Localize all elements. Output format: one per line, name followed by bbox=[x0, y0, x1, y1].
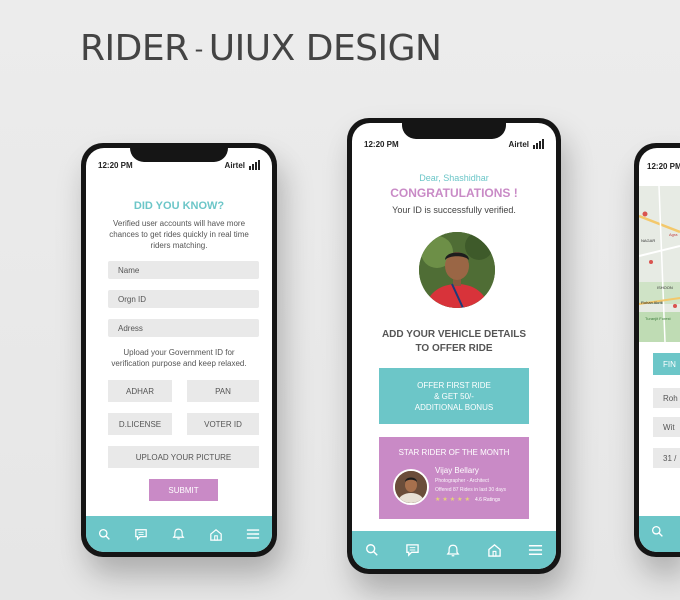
map-label-rohan: Rohan Akriti bbox=[641, 300, 663, 305]
status-time: 12:20 PM bbox=[647, 162, 680, 171]
map-label-agra: Agra bbox=[669, 232, 678, 237]
home-icon[interactable] bbox=[209, 528, 223, 541]
chat-icon[interactable] bbox=[405, 543, 420, 557]
location-row-2[interactable]: Wit bbox=[653, 417, 680, 437]
search-icon[interactable] bbox=[651, 525, 664, 543]
star-rider-rating: 4.6 Ratings bbox=[474, 496, 501, 503]
bottom-nav bbox=[639, 516, 680, 552]
location-row-1[interactable]: Roh bbox=[653, 388, 680, 408]
star-icon: ★ bbox=[464, 497, 470, 503]
bell-icon[interactable] bbox=[446, 543, 460, 558]
signal-icon bbox=[249, 160, 260, 170]
verified-text: Your ID is successfully verified. bbox=[392, 205, 516, 215]
phone-congratulations: 12:20 PM Airtel Dear, Shashidhar CONGRAT… bbox=[347, 118, 561, 574]
upload-picture-button[interactable]: UPLOAD YOUR PICTURE bbox=[108, 446, 259, 468]
carrier-name: Airtel bbox=[224, 161, 245, 170]
title-dash: - bbox=[194, 35, 204, 63]
carrier-name: Airtel bbox=[508, 140, 529, 149]
phone-verification: 12:20 PM Airtel DID YOU KNOW? Verified u… bbox=[81, 143, 277, 557]
voter-id-button[interactable]: VOTER ID bbox=[187, 413, 259, 435]
page-title: RIDER - UIUX DESIGN bbox=[80, 28, 442, 69]
upload-info-text: Upload your Government ID for verificati… bbox=[111, 348, 247, 368]
star-icon: ★ bbox=[457, 497, 463, 503]
vehicle-title-line1: ADD YOUR VEHICLE DETAILS bbox=[381, 329, 527, 340]
star-rider-avatar bbox=[393, 469, 429, 505]
star-icon: ★ bbox=[442, 497, 448, 503]
offer-line-1: OFFER FIRST RIDE bbox=[417, 381, 491, 390]
star-icon: ★ bbox=[435, 497, 441, 503]
carrier-info: Airtel bbox=[225, 160, 260, 170]
bottom-nav bbox=[86, 516, 272, 552]
screen-congratulations: 12:20 PM Airtel Dear, Shashidhar CONGRAT… bbox=[352, 123, 556, 569]
star-rider-title: STAR RIDER OF THE MONTH bbox=[398, 448, 510, 457]
star-rider-name: Vijay Bellary bbox=[435, 466, 479, 475]
star-rider-offered: Offered 87 Rides in last 30 days bbox=[435, 487, 507, 493]
title-part-2: UIUX DESIGN bbox=[208, 28, 442, 69]
carrier-info: Airtel bbox=[509, 139, 544, 149]
home-icon[interactable] bbox=[487, 543, 502, 557]
phone-map: 12:20 PM NAGAR Agra ISHOON Rohan Akriti … bbox=[634, 143, 680, 557]
screen-verification: 12:20 PM Airtel DID YOU KNOW? Verified u… bbox=[86, 148, 272, 552]
status-time: 12:20 PM bbox=[364, 140, 399, 149]
name-field[interactable]: Name bbox=[108, 261, 259, 279]
map-label-nagar: NAGAR bbox=[641, 238, 656, 243]
status-bar: 12:20 PM Airtel bbox=[352, 123, 556, 149]
bell-icon[interactable] bbox=[172, 527, 185, 541]
star-rider-role: Photographer - Architect bbox=[435, 478, 489, 484]
search-icon[interactable] bbox=[98, 528, 111, 541]
orgn-id-field[interactable]: Orgn ID bbox=[108, 290, 259, 308]
menu-icon[interactable] bbox=[246, 528, 260, 540]
submit-button[interactable]: SUBMIT bbox=[149, 479, 218, 501]
search-icon[interactable] bbox=[365, 543, 379, 557]
map-view[interactable]: NAGAR Agra ISHOON Rohan Akriti Turanjit … bbox=[639, 186, 680, 342]
title-part-1: RIDER bbox=[80, 28, 189, 69]
location-row-3[interactable]: 31 / bbox=[653, 448, 680, 468]
menu-icon[interactable] bbox=[528, 544, 543, 556]
info-text: Verified user accounts will have more ch… bbox=[109, 219, 249, 250]
dlicense-button[interactable]: D.LICENSE bbox=[108, 413, 172, 435]
screen-map: 12:20 PM NAGAR Agra ISHOON Rohan Akriti … bbox=[639, 148, 680, 552]
congratulations-title: CONGRATULATIONS ! bbox=[390, 186, 518, 200]
pan-button[interactable]: PAN bbox=[187, 380, 259, 402]
bottom-nav bbox=[352, 531, 556, 569]
chat-icon[interactable] bbox=[134, 528, 148, 541]
offer-line-2: & GET 50/- bbox=[434, 392, 474, 401]
map-label-turanjit: Turanjit Forest bbox=[645, 316, 671, 321]
offer-ride-button[interactable]: OFFER FIRST RIDE & GET 50/- ADDITIONAL B… bbox=[379, 368, 529, 424]
profile-avatar bbox=[419, 232, 495, 308]
map-label-ishoon: ISHOON bbox=[657, 285, 673, 290]
star-rating-row: ★ ★ ★ ★ ★ 4.6 Ratings bbox=[435, 496, 501, 504]
address-field[interactable]: Adress bbox=[108, 319, 259, 337]
status-bar: 12:20 PM Airtel bbox=[86, 148, 272, 170]
signal-icon bbox=[533, 139, 544, 149]
did-you-know-title: DID YOU KNOW? bbox=[133, 200, 225, 212]
find-button[interactable]: FIN bbox=[653, 353, 680, 375]
greeting-text: Dear, Shashidhar bbox=[419, 173, 489, 183]
vehicle-title-line2: TO OFFER RIDE bbox=[415, 343, 493, 354]
status-time: 12:20 PM bbox=[98, 161, 133, 170]
star-icon: ★ bbox=[449, 497, 456, 503]
star-rider-card[interactable]: STAR RIDER OF THE MONTH Vijay Bellary Ph… bbox=[379, 437, 529, 519]
adhar-button[interactable]: ADHAR bbox=[108, 380, 172, 402]
offer-line-3: ADDITIONAL BONUS bbox=[414, 403, 494, 412]
